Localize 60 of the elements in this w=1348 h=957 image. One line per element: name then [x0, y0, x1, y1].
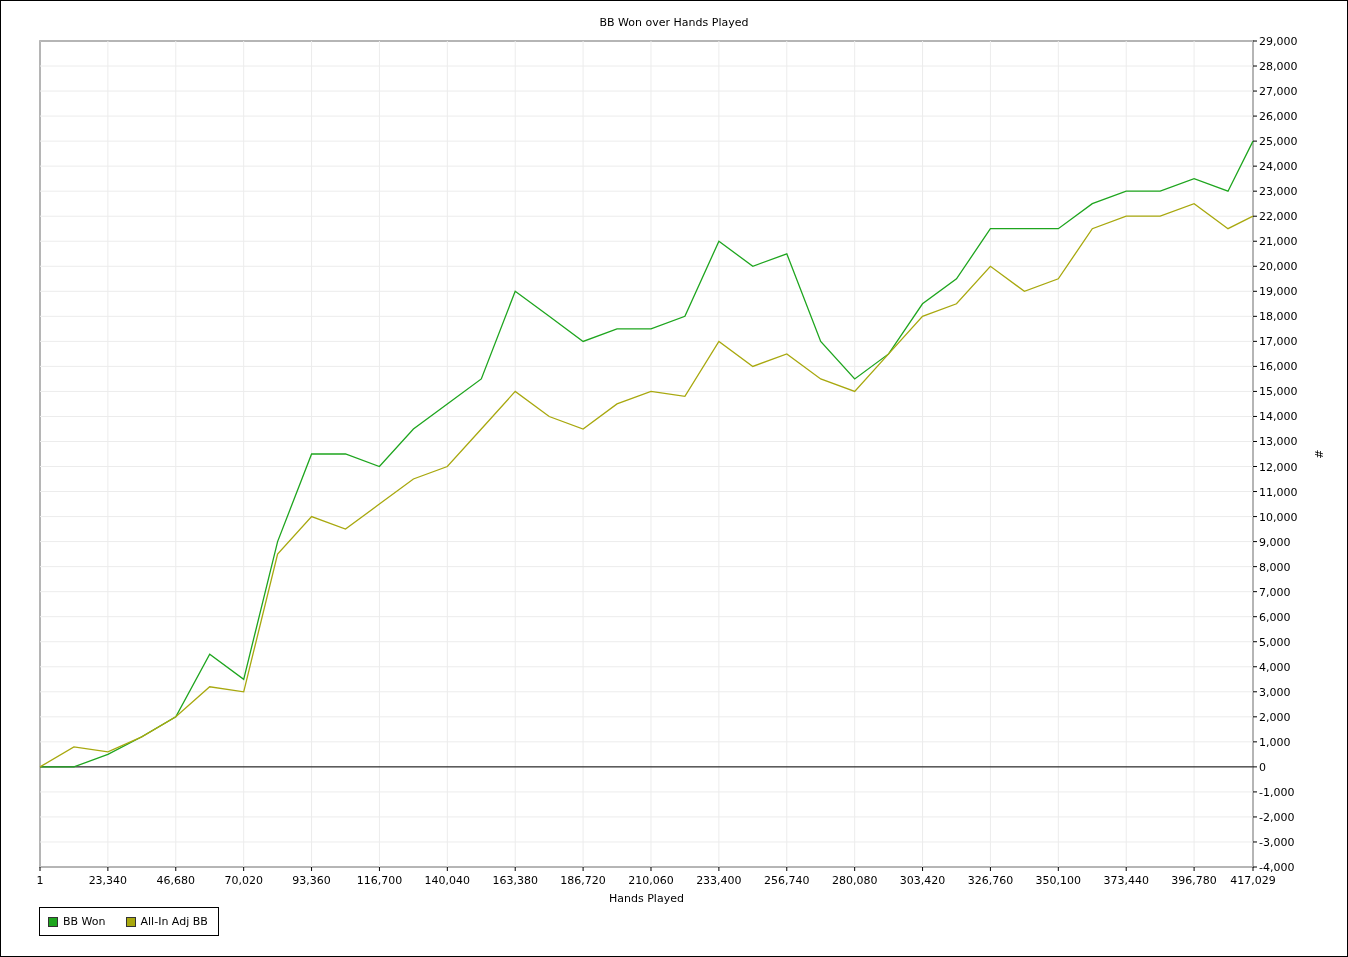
tick-label: 163,380: [492, 874, 538, 887]
tick-label: -4,000: [1259, 861, 1295, 874]
tick-label: 140,040: [424, 874, 471, 887]
tick-label: 23,340: [88, 874, 128, 887]
tick-label: 2,000: [1259, 710, 1291, 724]
tick-label: 396,780: [1171, 874, 1217, 887]
tick-label: 70,020: [224, 874, 263, 887]
tick-label: 23,000: [1259, 185, 1298, 199]
tick-label: -3,000: [1259, 835, 1295, 849]
legend-swatch: [48, 916, 58, 927]
tick-label: 373,440: [1103, 874, 1149, 887]
tick-label: 6,000: [1259, 610, 1291, 624]
tick-label: 3,000: [1259, 685, 1291, 699]
tick-label: 21,000: [1259, 235, 1298, 249]
tick-label: 46,680: [156, 874, 195, 887]
tick-label: 8,000: [1259, 560, 1291, 574]
y-axis-title: #: [1312, 449, 1325, 459]
tick-label: 14,000: [1259, 410, 1298, 424]
tick-label: 13,000: [1259, 435, 1298, 449]
tick-label: 12,000: [1259, 460, 1298, 474]
tick-label: 5,000: [1259, 635, 1291, 649]
tick-label: 4,000: [1259, 660, 1291, 674]
tick-label: 186,720: [560, 874, 606, 887]
tick-label: 417,029: [1230, 874, 1276, 887]
tick-label: 19,000: [1259, 285, 1298, 299]
tick-label: 93,360: [292, 874, 331, 887]
tick-label: -2,000: [1259, 810, 1295, 824]
tick-label: 15,000: [1259, 385, 1298, 399]
legend-label: All-In Adj BB: [140, 915, 208, 928]
tick-label: 24,000: [1259, 160, 1298, 174]
tick-label: 116,700: [356, 874, 403, 887]
legend-label: BB Won: [63, 915, 106, 928]
tick-label: 1: [36, 874, 44, 887]
tick-label: 26,000: [1259, 110, 1298, 124]
tick-label: 28,000: [1259, 60, 1298, 74]
chart-title: BB Won over Hands Played: [599, 15, 749, 31]
tick-label: 303,420: [899, 874, 946, 887]
tick-label: 0: [1259, 760, 1266, 774]
tick-label: 11,000: [1259, 485, 1298, 499]
tick-label: 9,000: [1259, 535, 1291, 549]
tick-label: 7,000: [1259, 585, 1291, 599]
tick-label: 280,080: [831, 874, 878, 887]
tick-label: 350,100: [1035, 874, 1082, 887]
tick-label: 20,000: [1259, 260, 1298, 274]
tick-label: 10,000: [1259, 510, 1298, 524]
tick-label: 22,000: [1259, 210, 1298, 224]
tick-label: 29,000: [1259, 35, 1298, 48]
tick-label: 210,060: [628, 874, 674, 887]
tick-label: 1,000: [1259, 735, 1291, 749]
tick-label: 233,400: [696, 874, 742, 887]
tick-label: 326,760: [967, 874, 1014, 887]
tick-label: 25,000: [1259, 135, 1298, 149]
tick-label: 27,000: [1259, 85, 1298, 99]
tick-label: 16,000: [1259, 360, 1298, 374]
tick-label: -1,000: [1259, 785, 1295, 799]
tick-label: 17,000: [1259, 335, 1298, 349]
tick-label: 256,740: [764, 874, 810, 887]
legend-swatch: [125, 916, 136, 927]
x-axis-title: Hands Played: [609, 892, 684, 905]
tick-label: 18,000: [1259, 310, 1298, 324]
